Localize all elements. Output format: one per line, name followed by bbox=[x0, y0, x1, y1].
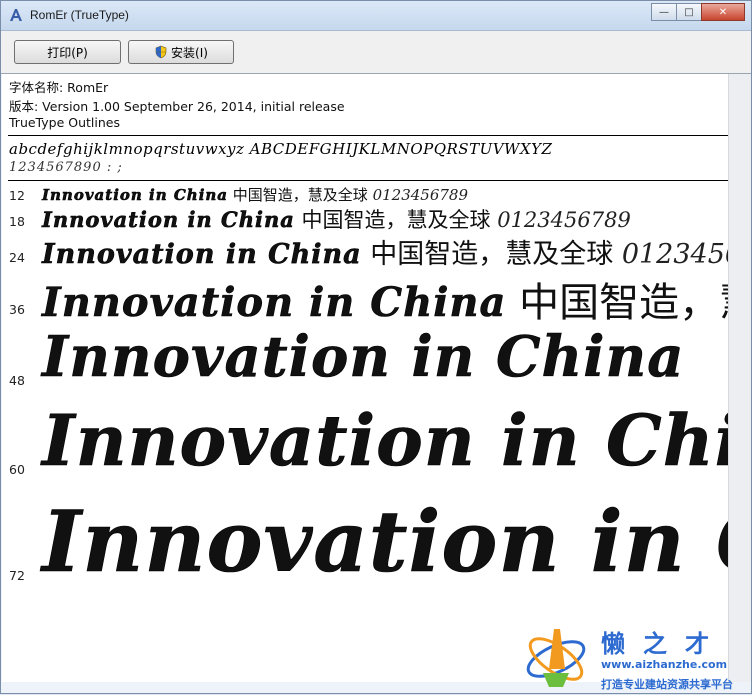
size-label-36: 36 bbox=[9, 302, 25, 317]
font-app-icon bbox=[10, 9, 22, 21]
sample-line-48: Innovation in China bbox=[42, 324, 685, 391]
install-button-label: 安装(I) bbox=[171, 45, 208, 60]
font-outline-line: TrueType Outlines bbox=[9, 115, 120, 130]
sample-latin-24: Innovation in China bbox=[42, 239, 362, 271]
font-viewer-window: RomEr (TrueType) — □ ✕ 打印(P) 安装(I) 字体名称:… bbox=[0, 0, 752, 694]
window-controls: — □ ✕ bbox=[651, 3, 745, 21]
sample-digits-24: 0123456789 bbox=[621, 239, 728, 270]
size-label-24: 24 bbox=[9, 250, 25, 265]
sample-latin-60: Innovation in China bbox=[42, 399, 728, 483]
watermark-url: www.aizhanzhe.com bbox=[601, 658, 728, 671]
sample-latin-72: Innovation in China bbox=[42, 492, 728, 592]
size-label-48: 48 bbox=[9, 373, 25, 388]
uac-shield-icon bbox=[155, 45, 167, 59]
digits-sample: 1234567890 : ; bbox=[9, 160, 123, 175]
separator-bottom bbox=[8, 180, 728, 181]
sample-cjk-24: 中国智造，慧及全球 bbox=[361, 239, 622, 270]
alphabet-sample: abcdefghijklmnopqrstuvwxyz ABCDEFGHIJKLM… bbox=[9, 140, 553, 158]
install-button[interactable]: 安装(I) bbox=[128, 40, 234, 64]
window-title: RomEr (TrueType) bbox=[30, 8, 129, 22]
vertical-scrollbar[interactable] bbox=[728, 74, 751, 682]
sample-latin-48: Innovation in China bbox=[42, 324, 685, 391]
sample-cjk-12: 中国智造，慧及全球 bbox=[228, 186, 373, 204]
size-label-72: 72 bbox=[9, 568, 25, 583]
watermark-tagline: 打造专业建站资源共享平台 bbox=[601, 678, 733, 691]
font-version-line: 版本: Version 1.00 September 26, 2014, ini… bbox=[9, 99, 345, 114]
toolbar: 打印(P) 安装(I) bbox=[1, 31, 751, 74]
font-preview-pane[interactable]: 字体名称: RomEr 版本: Version 1.00 September 2… bbox=[2, 74, 728, 682]
maximize-button[interactable]: □ bbox=[676, 3, 702, 21]
print-button[interactable]: 打印(P) bbox=[14, 40, 121, 64]
size-label-18: 18 bbox=[9, 214, 25, 229]
watermark-title: 懒之才 bbox=[601, 629, 727, 658]
print-button-label: 打印(P) bbox=[47, 45, 88, 60]
size-label-60: 60 bbox=[9, 462, 25, 477]
separator-top bbox=[8, 135, 728, 136]
font-name-line: 字体名称: RomEr bbox=[9, 80, 109, 95]
sample-line-36: Innovation in China 中国智造，慧及全球 bbox=[42, 270, 728, 328]
sample-line-72: Innovation in China bbox=[42, 492, 728, 592]
sample-latin-36: Innovation in China bbox=[42, 279, 507, 327]
close-button[interactable]: ✕ bbox=[701, 3, 745, 21]
sample-line-60: Innovation in China bbox=[42, 399, 728, 483]
watermark-logo bbox=[526, 629, 586, 687]
sample-digits-18: 0123456789 bbox=[497, 208, 631, 232]
sample-line-24: Innovation in China 中国智造，慧及全球 0123456789 bbox=[42, 232, 728, 271]
site-watermark: 懒之才 www.aizhanzhe.com 打造专业建站资源共享平台 bbox=[511, 621, 752, 695]
minimize-button[interactable]: — bbox=[651, 3, 677, 21]
size-label-12: 12 bbox=[9, 188, 25, 203]
sample-line-18: Innovation in China 中国智造，慧及全球 0123456789 bbox=[42, 204, 631, 234]
sample-cjk-18: 中国智造，慧及全球 bbox=[294, 208, 498, 232]
sample-digits-12: 0123456789 bbox=[372, 186, 469, 204]
sample-line-12: Innovation in China 中国智造，慧及全球 0123456789 bbox=[42, 184, 468, 205]
sample-latin-18: Innovation in China bbox=[42, 207, 295, 233]
sample-cjk-36: 中国智造，慧及全球 bbox=[519, 280, 728, 326]
sample-latin-12: Innovation in China bbox=[42, 186, 229, 205]
title-bar[interactable]: RomEr (TrueType) — □ ✕ bbox=[1, 1, 751, 31]
